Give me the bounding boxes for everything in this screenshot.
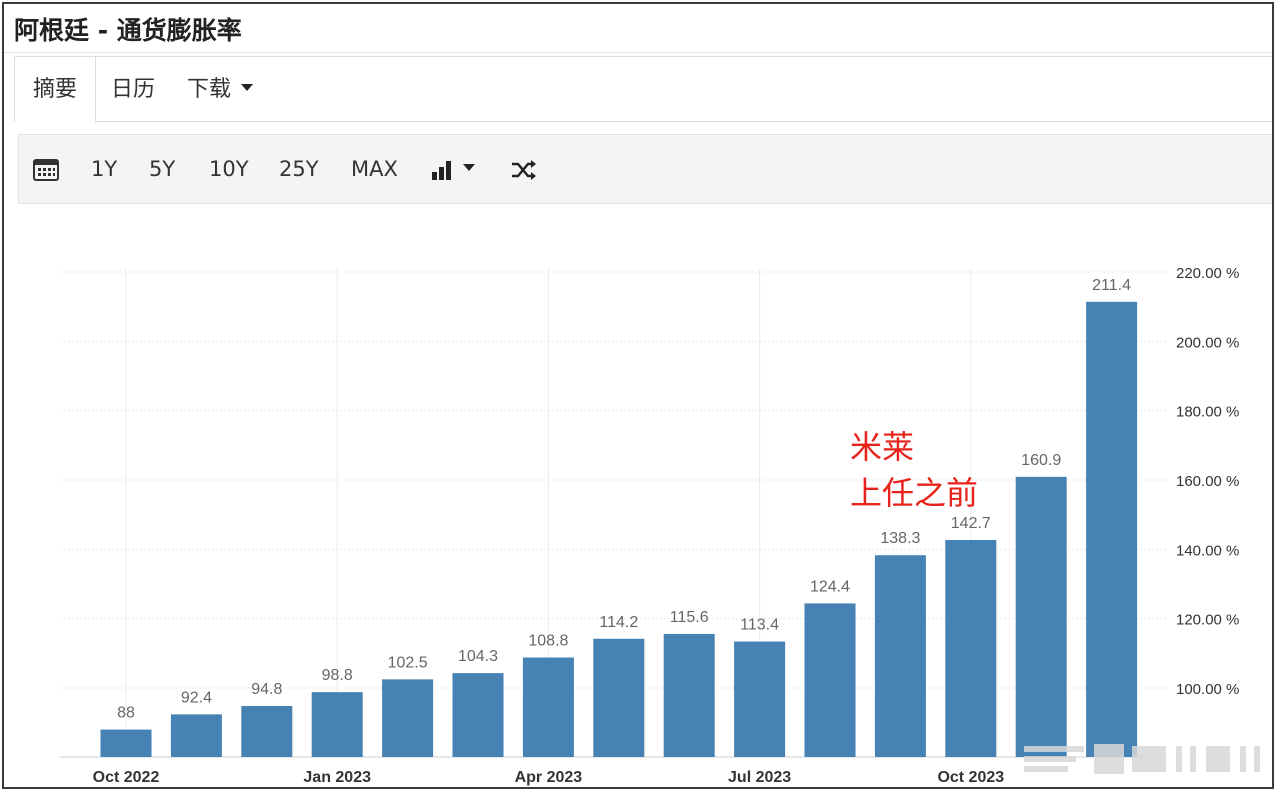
data-label: 115.6 [670,609,709,626]
y-tick-label: 180.00 % [1176,404,1239,421]
x-tick-label: Oct 2023 [937,769,1004,786]
data-label: 124.4 [810,578,850,595]
bar-feb-2023 [382,679,434,757]
chart-toolbar: 1Y 5Y 10Y 25Y MAX [18,134,1272,204]
bar-jul-2023 [734,641,786,757]
range-max-button[interactable]: MAX [351,135,398,203]
bar-chart: 100.00 % 120.00 % 140.00 % 160.00 % 180.00 %… [60,265,1239,786]
calendar-button[interactable] [33,135,59,203]
compare-button[interactable] [511,135,537,203]
chart-type-button[interactable] [431,135,475,203]
x-tick-label: Oct 2022 [93,769,160,786]
y-tick-label: 200.00 % [1176,334,1239,351]
data-label: 160.9 [1021,452,1061,469]
bar-oct-2023 [945,539,997,757]
bar-nov-2022 [170,714,222,757]
bar-apr-2023 [522,657,574,757]
range-1y-button[interactable]: 1Y [91,135,117,203]
chart-window: 阿根廷 - 通货膨胀率 摘要 日历 下载 1Y 5Y 10Y 25Y MAX 1… [2,2,1274,789]
x-tick-label: Jan 2023 [303,769,371,786]
bar-jan-2023 [311,692,363,757]
data-label: 113.4 [740,617,779,634]
chevron-down-icon [241,83,254,91]
tab-calendar[interactable]: 日历 [111,57,155,121]
page-title: 阿根廷 - 通货膨胀率 [14,16,242,45]
annotation-line-1: 米莱 [850,429,914,465]
y-tick-label: 220.00 % [1176,265,1239,282]
bar-dec-2022 [241,706,293,757]
annotation-line-2: 上任之前 [850,475,978,511]
watermark-logo [1024,744,1260,774]
tab-summary-label: 摘要 [32,77,77,102]
data-label: 88 [117,705,135,722]
data-label: 104.3 [458,648,498,665]
data-label: 108.8 [528,632,568,649]
data-label: 94.8 [251,681,282,698]
tab-download-label: 下载 [187,77,232,102]
bar-oct-2022 [100,729,152,757]
tab-download[interactable]: 下载 [187,57,254,121]
y-tick-label: 160.00 % [1176,473,1239,490]
data-label: 102.5 [388,654,428,671]
bar-sep-2023 [874,555,926,757]
data-label: 211.4 [1092,277,1131,294]
x-tick-label: Apr 2023 [515,769,583,786]
y-tick-label: 100.00 % [1176,681,1239,698]
tab-summary[interactable]: 摘要 [15,57,96,123]
data-label: 98.8 [322,667,353,684]
bar-jun-2023 [663,633,715,757]
y-tick-label: 140.00 % [1176,542,1239,559]
y-tick-label: 120.00 % [1176,612,1239,629]
tab-calendar-label: 日历 [111,77,156,102]
bar-mar-2023 [452,673,504,757]
range-5y-button[interactable]: 5Y [149,135,175,203]
bar-may-2023 [593,638,645,757]
calendar-icon [33,159,59,181]
bar-dec-2023 [1086,301,1138,757]
tab-bar: 摘要 日历 下载 [14,56,1272,123]
bar-nov-2023 [1015,476,1067,757]
data-label: 142.7 [951,515,991,532]
data-label: 138.3 [880,530,920,547]
bar-chart-icon [432,161,451,180]
range-10y-button[interactable]: 10Y [209,135,249,203]
chart-area: 100.00 % 120.00 % 140.00 % 160.00 % 180.00 %… [4,204,1272,787]
chevron-down-icon [463,163,475,171]
data-label: 92.4 [181,689,212,706]
shuffle-icon [512,160,536,180]
range-25y-button[interactable]: 25Y [279,135,319,203]
data-label: 114.2 [599,614,638,631]
x-tick-label: Jul 2023 [728,769,791,786]
bar-aug-2023 [804,603,856,757]
title-bar: 阿根廷 - 通货膨胀率 [4,4,1272,53]
